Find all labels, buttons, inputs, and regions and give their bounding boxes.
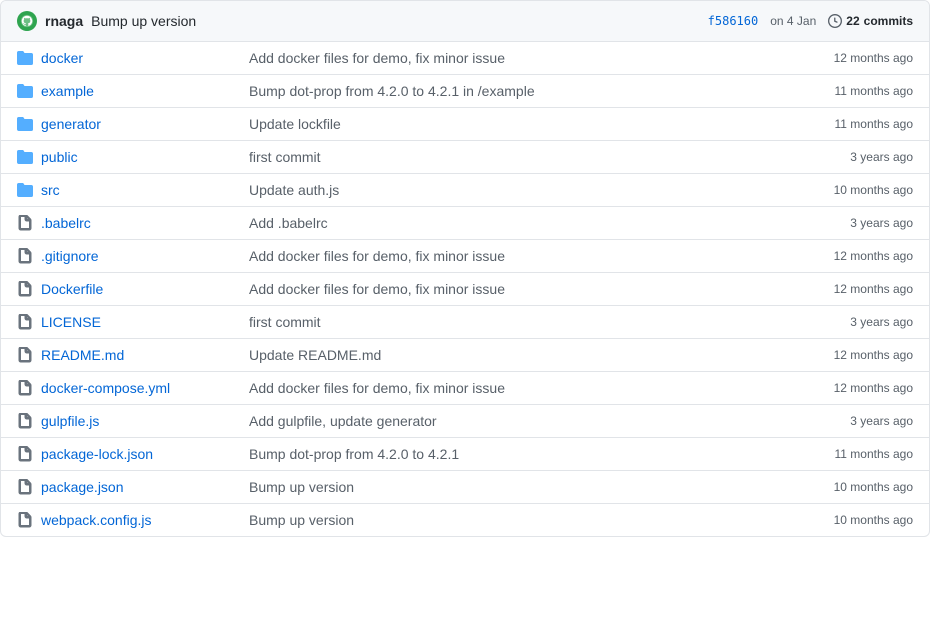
- file-commit-message: Bump up version: [249, 479, 795, 495]
- table-row: Dockerfile Add docker files for demo, fix…: [1, 273, 929, 306]
- file-name[interactable]: example: [41, 83, 241, 99]
- file-icon: [17, 215, 33, 231]
- commit-date: on 4 Jan: [770, 14, 816, 28]
- file-icon: [17, 347, 33, 363]
- file-commit-message: Bump dot-prop from 4.2.0 to 4.2.1: [249, 446, 795, 462]
- file-name[interactable]: src: [41, 182, 241, 198]
- table-row: README.md Update README.md 12 months ago: [1, 339, 929, 372]
- table-row: generator Update lockfile 11 months ago: [1, 108, 929, 141]
- repo-table: rnaga Bump up version f586160 on 4 Jan 2…: [0, 0, 930, 537]
- file-name[interactable]: webpack.config.js: [41, 512, 241, 528]
- file-name[interactable]: public: [41, 149, 241, 165]
- file-age: 12 months ago: [803, 381, 913, 395]
- folder-icon: [17, 149, 33, 165]
- file-commit-message: first commit: [249, 314, 795, 330]
- file-age: 12 months ago: [803, 249, 913, 263]
- file-icon: [17, 413, 33, 429]
- file-name[interactable]: gulpfile.js: [41, 413, 241, 429]
- folder-icon: [17, 182, 33, 198]
- commit-user[interactable]: rnaga: [45, 13, 83, 29]
- table-row: example Bump dot-prop from 4.2.0 to 4.2.1…: [1, 75, 929, 108]
- file-age: 11 months ago: [803, 84, 913, 98]
- commit-message: Bump up version: [91, 13, 700, 29]
- file-commit-message: Add docker files for demo, fix minor iss…: [249, 281, 795, 297]
- file-commit-message: first commit: [249, 149, 795, 165]
- file-name[interactable]: Dockerfile: [41, 281, 241, 297]
- file-commit-message: Bump dot-prop from 4.2.0 to 4.2.1 in /ex…: [249, 83, 795, 99]
- file-commit-message: Bump up version: [249, 512, 795, 528]
- table-row: webpack.config.js Bump up version 10 month…: [1, 504, 929, 536]
- header-row: rnaga Bump up version f586160 on 4 Jan 2…: [1, 1, 929, 42]
- commits-count-group[interactable]: 22 commits: [828, 14, 913, 28]
- table-row: src Update auth.js 10 months ago: [1, 174, 929, 207]
- file-icon: [17, 248, 33, 264]
- file-icon: [17, 446, 33, 462]
- file-age: 10 months ago: [803, 513, 913, 527]
- commit-hash[interactable]: f586160: [708, 14, 759, 28]
- file-icon: [17, 314, 33, 330]
- file-commit-message: Update auth.js: [249, 182, 795, 198]
- file-icon: [17, 380, 33, 396]
- file-commit-message: Update README.md: [249, 347, 795, 363]
- file-age: 3 years ago: [803, 315, 913, 329]
- file-name[interactable]: LICENSE: [41, 314, 241, 330]
- file-age: 10 months ago: [803, 183, 913, 197]
- folder-icon: [17, 50, 33, 66]
- folder-icon: [17, 83, 33, 99]
- file-commit-message: Add docker files for demo, fix minor iss…: [249, 50, 795, 66]
- file-commit-message: Add .babelrc: [249, 215, 795, 231]
- file-name[interactable]: package-lock.json: [41, 446, 241, 462]
- table-row: package.json Bump up version 10 months ago: [1, 471, 929, 504]
- file-name[interactable]: package.json: [41, 479, 241, 495]
- file-icon: [17, 512, 33, 528]
- file-commit-message: Update lockfile: [249, 116, 795, 132]
- file-icon: [17, 281, 33, 297]
- header-meta: f586160 on 4 Jan 22 commits: [708, 14, 913, 28]
- file-name[interactable]: docker: [41, 50, 241, 66]
- file-age: 12 months ago: [803, 348, 913, 362]
- file-name[interactable]: .gitignore: [41, 248, 241, 264]
- file-age: 12 months ago: [803, 51, 913, 65]
- clock-icon: [828, 14, 842, 28]
- file-name[interactable]: .babelrc: [41, 215, 241, 231]
- file-age: 11 months ago: [803, 117, 913, 131]
- file-name[interactable]: generator: [41, 116, 241, 132]
- file-age: 10 months ago: [803, 480, 913, 494]
- table-row: package-lock.json Bump dot-prop from 4.2.…: [1, 438, 929, 471]
- table-row: .babelrc Add .babelrc 3 years ago: [1, 207, 929, 240]
- table-row: .gitignore Add docker files for demo, fix…: [1, 240, 929, 273]
- file-commit-message: Add gulpfile, update generator: [249, 413, 795, 429]
- table-row: docker-compose.yml Add docker files for d…: [1, 372, 929, 405]
- file-age: 3 years ago: [803, 216, 913, 230]
- avatar: [17, 11, 37, 31]
- file-icon: [17, 479, 33, 495]
- file-commit-message: Add docker files for demo, fix minor iss…: [249, 248, 795, 264]
- file-age: 3 years ago: [803, 414, 913, 428]
- file-age: 11 months ago: [803, 447, 913, 461]
- file-list: docker Add docker files for demo, fix min…: [1, 42, 929, 536]
- commits-label: commits: [864, 14, 913, 28]
- table-row: public first commit 3 years ago: [1, 141, 929, 174]
- file-age: 12 months ago: [803, 282, 913, 296]
- file-commit-message: Add docker files for demo, fix minor iss…: [249, 380, 795, 396]
- file-name[interactable]: docker-compose.yml: [41, 380, 241, 396]
- table-row: docker Add docker files for demo, fix min…: [1, 42, 929, 75]
- table-row: LICENSE first commit 3 years ago: [1, 306, 929, 339]
- table-row: gulpfile.js Add gulpfile, update generato…: [1, 405, 929, 438]
- commits-count: 22: [846, 14, 859, 28]
- file-name[interactable]: README.md: [41, 347, 241, 363]
- file-age: 3 years ago: [803, 150, 913, 164]
- folder-icon: [17, 116, 33, 132]
